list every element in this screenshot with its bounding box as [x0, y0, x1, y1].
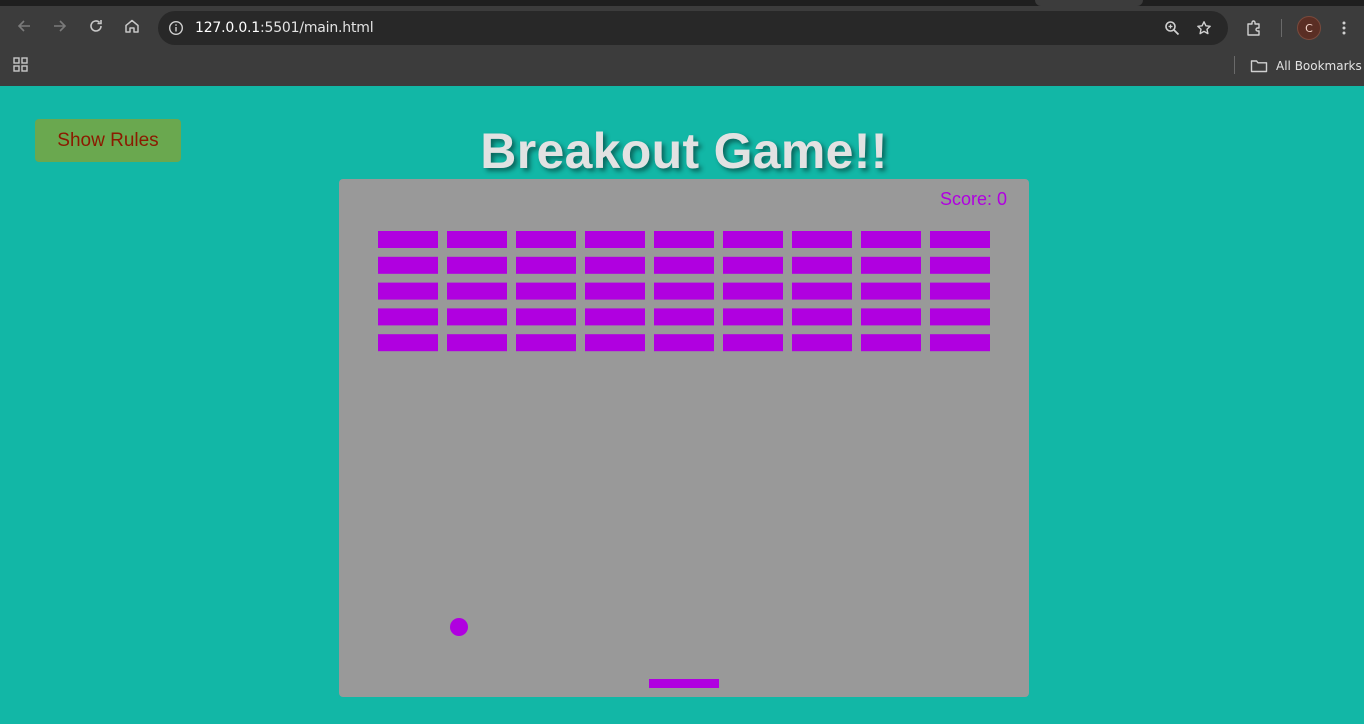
brick	[861, 308, 921, 326]
forward-arrow-icon	[54, 20, 67, 32]
home-button[interactable]	[118, 12, 146, 40]
brick	[447, 282, 507, 300]
menu-kebab-icon	[1342, 21, 1346, 35]
browser-menu-button[interactable]	[1332, 16, 1356, 40]
brick	[516, 282, 576, 300]
extensions-button[interactable]	[1242, 16, 1266, 40]
brick	[447, 256, 507, 274]
game-board	[378, 231, 990, 688]
brick	[447, 231, 507, 248]
brick	[585, 334, 645, 352]
back-button[interactable]	[10, 12, 38, 40]
address-bar[interactable]: 127.0.0.1:5501/main.html	[158, 11, 1228, 45]
paddle[interactable]	[649, 679, 719, 688]
brick	[930, 334, 990, 352]
brick	[792, 282, 852, 300]
brick	[516, 334, 576, 352]
site-info-button[interactable]	[164, 16, 188, 40]
extensions-icon	[1247, 20, 1260, 36]
brick	[723, 282, 783, 300]
brick	[585, 308, 645, 326]
brick	[447, 334, 507, 352]
brick	[516, 256, 576, 274]
brick	[723, 308, 783, 326]
url-host: 127.0.0.1	[195, 20, 260, 36]
brick	[516, 231, 576, 248]
brick	[930, 282, 990, 300]
brick	[861, 282, 921, 300]
brick	[378, 308, 438, 326]
brick	[378, 282, 438, 300]
brick	[723, 231, 783, 248]
home-icon	[125, 19, 139, 33]
url-text[interactable]: 127.0.0.1:5501/main.html	[195, 20, 374, 36]
bookmark-button[interactable]	[1192, 16, 1216, 40]
all-bookmarks-label: All Bookmarks	[1276, 59, 1362, 73]
reload-button[interactable]	[82, 12, 110, 40]
brick	[378, 334, 438, 352]
brick	[654, 282, 714, 300]
brick	[723, 334, 783, 352]
zoom-icon	[1165, 21, 1180, 36]
folder-icon	[1250, 60, 1268, 73]
page-content: Show Rules Breakout Game!! Score: 0	[0, 86, 1364, 724]
back-arrow-icon	[17, 20, 30, 32]
brick	[861, 256, 921, 274]
brick	[654, 334, 714, 352]
forward-button[interactable]	[46, 12, 74, 40]
brick	[792, 256, 852, 274]
bookmarks-divider	[1234, 56, 1235, 74]
brick	[585, 282, 645, 300]
game-canvas[interactable]: Score: 0	[339, 179, 1029, 697]
brick	[723, 256, 783, 274]
brick	[792, 308, 852, 326]
brick	[516, 308, 576, 326]
brick	[585, 256, 645, 274]
page-title: Breakout Game!!	[480, 123, 888, 179]
browser-chrome: 127.0.0.1:5501/main.html C All Bookmarks	[0, 0, 1364, 86]
brick	[447, 308, 507, 326]
brick	[930, 308, 990, 326]
zoom-button[interactable]	[1160, 16, 1184, 40]
apps-button[interactable]	[12, 56, 32, 76]
brick	[792, 231, 852, 248]
ball	[450, 618, 468, 636]
brick	[930, 231, 990, 248]
brick	[654, 308, 714, 326]
brick	[792, 334, 852, 352]
profile-avatar[interactable]: C	[1297, 16, 1321, 40]
score-display: Score: 0	[939, 189, 1007, 209]
brick	[654, 256, 714, 274]
bookmarks-bar: All Bookmarks	[0, 50, 1364, 86]
brick	[930, 256, 990, 274]
all-bookmarks-button[interactable]: All Bookmarks	[1250, 54, 1362, 78]
toolbar-divider	[1281, 19, 1282, 37]
brick	[654, 231, 714, 248]
brick	[861, 334, 921, 352]
brick	[861, 231, 921, 248]
url-path: :5501/main.html	[260, 20, 374, 36]
reload-icon	[90, 20, 102, 32]
bookmark-star-icon	[1197, 21, 1211, 35]
brick	[585, 231, 645, 248]
apps-grid-icon	[13, 57, 28, 72]
brick	[378, 256, 438, 274]
brick	[378, 231, 438, 248]
browser-toolbar: 127.0.0.1:5501/main.html C	[0, 6, 1364, 50]
site-info-icon	[168, 20, 184, 36]
